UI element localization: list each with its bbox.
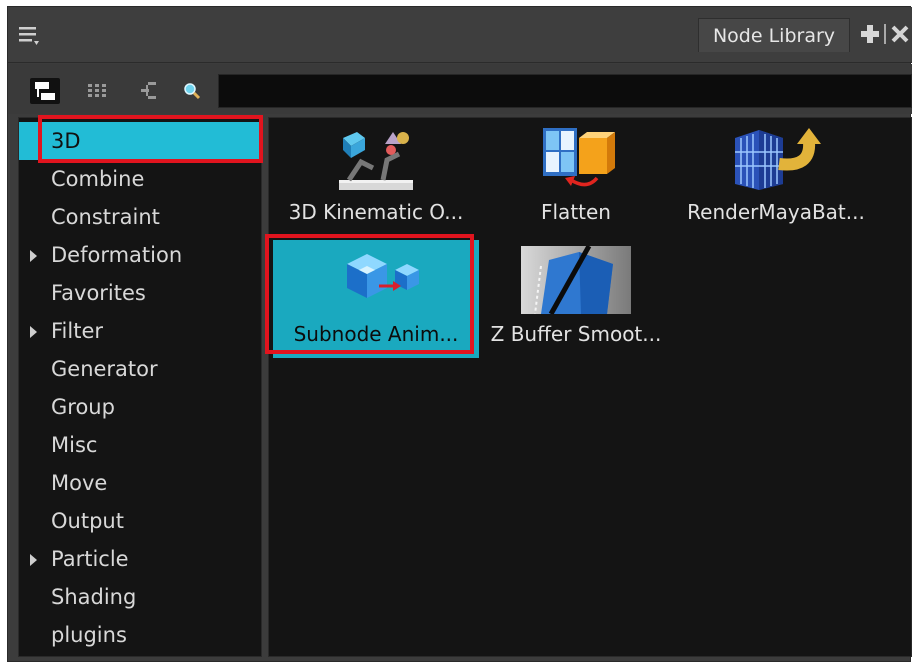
- category-item-group[interactable]: Group: [19, 388, 261, 426]
- node-label: Flatten: [541, 200, 611, 224]
- category-item-move[interactable]: Move: [19, 464, 261, 502]
- category-item-generator[interactable]: Generator: [19, 350, 261, 388]
- node-tile-kinematic[interactable]: 3D Kinematic O...: [273, 118, 479, 236]
- node-tile-render-maya-batch[interactable]: RenderMayaBat...: [673, 118, 879, 236]
- category-label: 3D: [51, 129, 81, 153]
- category-item-constraint[interactable]: Constraint: [19, 198, 261, 236]
- node-tile-flatten[interactable]: Flatten: [473, 118, 679, 236]
- category-item-combine[interactable]: Combine: [19, 160, 261, 198]
- z-buffer-smooth-icon: [521, 246, 631, 314]
- category-label: plugins: [51, 623, 127, 647]
- category-item-filter[interactable]: Filter: [19, 312, 261, 350]
- menu-icon[interactable]: [18, 24, 40, 46]
- node-label: Z Buffer Smoot...: [490, 322, 662, 346]
- search-icon[interactable]: [178, 78, 208, 104]
- toolbar: [8, 64, 912, 114]
- tree-view-icon[interactable]: [30, 78, 60, 104]
- search-input[interactable]: [218, 74, 912, 108]
- category-item-shading[interactable]: Shading: [19, 578, 261, 616]
- tab-node-library[interactable]: Node Library: [698, 18, 850, 52]
- tab-divider: [884, 24, 886, 44]
- expand-arrow-icon[interactable]: [30, 250, 37, 262]
- category-label: Move: [51, 471, 108, 495]
- flatten-node-icon: [543, 128, 615, 187]
- category-label: Group: [51, 395, 115, 419]
- expand-arrow-icon[interactable]: [30, 554, 37, 566]
- node-library-window: Node Library 3D Combine Constraint Defor…: [7, 6, 912, 662]
- category-label: Constraint: [51, 205, 160, 229]
- category-label: Deformation: [51, 243, 183, 267]
- node-label: RenderMayaBat...: [687, 200, 865, 224]
- render-maya-batch-icon: [735, 128, 821, 190]
- category-item-particle[interactable]: Particle: [19, 540, 261, 578]
- category-item-3d[interactable]: 3D: [19, 122, 261, 160]
- hierarchy-view-icon[interactable]: [136, 78, 166, 104]
- category-label: Favorites: [51, 281, 146, 305]
- category-item-output[interactable]: Output: [19, 502, 261, 540]
- list-view-icon[interactable]: [84, 78, 114, 104]
- node-tile-subnode-animation[interactable]: Subnode Anim...: [273, 240, 479, 358]
- category-label: Combine: [51, 167, 145, 191]
- category-label: Output: [51, 509, 124, 533]
- category-label: Filter: [51, 319, 104, 343]
- category-list: 3D Combine Constraint Deformation Favorites F…: [18, 117, 262, 657]
- category-label: Particle: [51, 547, 129, 571]
- category-label: Misc: [51, 433, 98, 457]
- close-icon[interactable]: [890, 23, 910, 45]
- node-label: 3D Kinematic O...: [288, 200, 464, 224]
- node-label: Subnode Anim...: [293, 322, 459, 346]
- category-label: Generator: [51, 357, 158, 381]
- title-bar: Node Library: [8, 7, 912, 63]
- add-tab-icon[interactable]: [859, 23, 881, 45]
- category-label: Shading: [51, 585, 137, 609]
- kinematic-node-icon: [339, 132, 413, 190]
- expand-arrow-icon[interactable]: [30, 326, 37, 338]
- node-grid: 3D Kinematic O... Flatten RenderMayaBat.…: [268, 117, 912, 657]
- category-item-misc[interactable]: Misc: [19, 426, 261, 464]
- category-item-plugins[interactable]: plugins: [19, 616, 261, 654]
- category-item-favorites[interactable]: Favorites: [19, 274, 261, 312]
- subnode-animation-icon: [347, 254, 419, 298]
- node-tile-z-buffer-smooth[interactable]: Z Buffer Smoot...: [473, 240, 679, 358]
- category-item-deformation[interactable]: Deformation: [19, 236, 261, 274]
